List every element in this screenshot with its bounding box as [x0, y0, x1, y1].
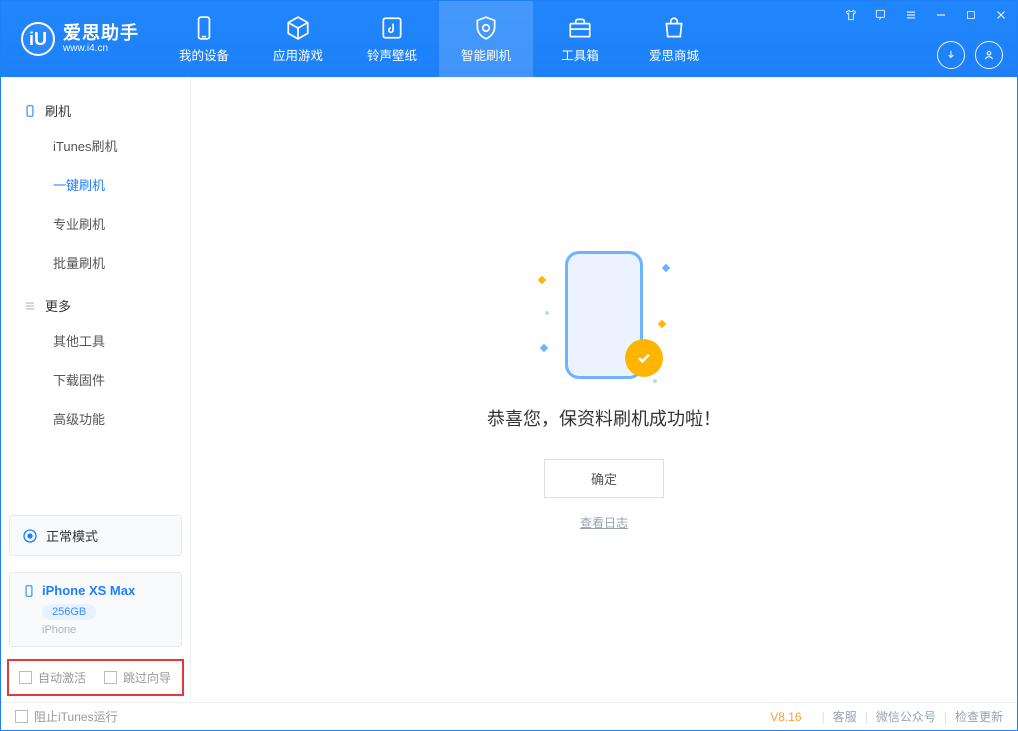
feedback-icon[interactable]	[871, 5, 891, 25]
app-header: iU 爱思助手 www.i4.cn 我的设备 应用游戏 铃声壁纸 智能刷机 工具…	[1, 1, 1017, 77]
main-panel: 恭喜您，保资料刷机成功啦！ 确定 查看日志	[191, 77, 1017, 702]
brand-title: 爱思助手	[63, 24, 139, 44]
checkbox-label: 自动激活	[38, 669, 86, 686]
tshirt-icon[interactable]	[841, 5, 861, 25]
nav-label: 铃声壁纸	[367, 45, 417, 64]
list-icon	[23, 299, 37, 313]
minimize-button[interactable]	[931, 5, 951, 25]
checkbox-icon	[19, 671, 32, 684]
support-link[interactable]: 客服	[833, 708, 857, 725]
nav-label: 应用游戏	[273, 45, 323, 64]
phone-icon	[191, 15, 217, 41]
device-name: iPhone XS Max	[42, 583, 135, 598]
mode-card[interactable]: 正常模式	[9, 515, 182, 556]
status-bar: 阻止iTunes运行 V8.16 | 客服 | 微信公众号 | 检查更新	[1, 702, 1017, 730]
confirm-button[interactable]: 确定	[544, 459, 664, 498]
brand-logo-icon: iU	[21, 22, 55, 56]
status-normal-icon	[22, 528, 38, 544]
version-label: V8.16	[770, 710, 801, 724]
check-badge-icon	[625, 339, 663, 377]
bag-icon	[661, 15, 687, 41]
download-button[interactable]	[937, 41, 965, 69]
nav-ringtones-wallpapers[interactable]: 铃声壁纸	[345, 1, 439, 77]
device-card[interactable]: iPhone XS Max 256GB iPhone	[9, 572, 182, 647]
device-subtype: iPhone	[42, 624, 169, 636]
checkbox-icon	[15, 710, 28, 723]
sidebar-item-itunes-flash[interactable]: iTunes刷机	[1, 126, 190, 165]
view-log-link[interactable]: 查看日志	[580, 516, 628, 530]
success-illustration	[539, 247, 669, 387]
sidebar-item-batch-flash[interactable]: 批量刷机	[1, 243, 190, 282]
nav-apps-games[interactable]: 应用游戏	[251, 1, 345, 77]
music-note-icon	[379, 15, 405, 41]
maximize-button[interactable]	[961, 5, 981, 25]
nav-store[interactable]: 爱思商城	[627, 1, 721, 77]
sidebar-item-pro-flash[interactable]: 专业刷机	[1, 204, 190, 243]
header-round-actions	[937, 41, 1003, 69]
sidebar-section-flash: 刷机	[1, 87, 190, 126]
nav-smart-flash[interactable]: 智能刷机	[439, 1, 533, 77]
wechat-link[interactable]: 微信公众号	[876, 708, 936, 725]
nav-label: 智能刷机	[461, 45, 511, 64]
success-title: 恭喜您，保资料刷机成功啦！	[487, 405, 721, 431]
device-capacity: 256GB	[42, 604, 96, 620]
sidebar-item-advanced[interactable]: 高级功能	[1, 399, 190, 438]
checkbox-skip-guide[interactable]: 跳过向导	[104, 669, 171, 686]
brand-block: iU 爱思助手 www.i4.cn	[1, 1, 157, 77]
cube-icon	[285, 15, 311, 41]
nav-toolbox[interactable]: 工具箱	[533, 1, 627, 77]
checkbox-icon	[104, 671, 117, 684]
bottom-options-highlight: 自动激活 跳过向导	[7, 659, 184, 696]
window-controls	[841, 5, 1011, 25]
nav-my-device[interactable]: 我的设备	[157, 1, 251, 77]
mode-label: 正常模式	[46, 526, 98, 545]
sidebar-item-one-click-flash[interactable]: 一键刷机	[1, 165, 190, 204]
checkbox-block-itunes[interactable]: 阻止iTunes运行	[15, 708, 118, 725]
device-icon	[23, 104, 37, 118]
sidebar-item-download-firmware[interactable]: 下载固件	[1, 360, 190, 399]
nav-label: 爱思商城	[649, 45, 699, 64]
check-update-link[interactable]: 检查更新	[955, 708, 1003, 725]
brand-subtitle: www.i4.cn	[63, 43, 139, 54]
checkbox-auto-activate[interactable]: 自动激活	[19, 669, 86, 686]
checkbox-label: 阻止iTunes运行	[34, 708, 118, 725]
sidebar-section-more: 更多	[1, 282, 190, 321]
nav-label: 我的设备	[179, 45, 229, 64]
menu-icon[interactable]	[901, 5, 921, 25]
shield-sync-icon	[473, 15, 499, 41]
phone-small-icon	[22, 584, 36, 598]
checkbox-label: 跳过向导	[123, 669, 171, 686]
sidebar: 刷机 iTunes刷机 一键刷机 专业刷机 批量刷机 更多 其他工具 下载固件 …	[1, 77, 191, 702]
sidebar-item-other-tools[interactable]: 其他工具	[1, 321, 190, 360]
close-button[interactable]	[991, 5, 1011, 25]
user-button[interactable]	[975, 41, 1003, 69]
nav-label: 工具箱	[561, 45, 599, 64]
toolbox-icon	[567, 15, 593, 41]
